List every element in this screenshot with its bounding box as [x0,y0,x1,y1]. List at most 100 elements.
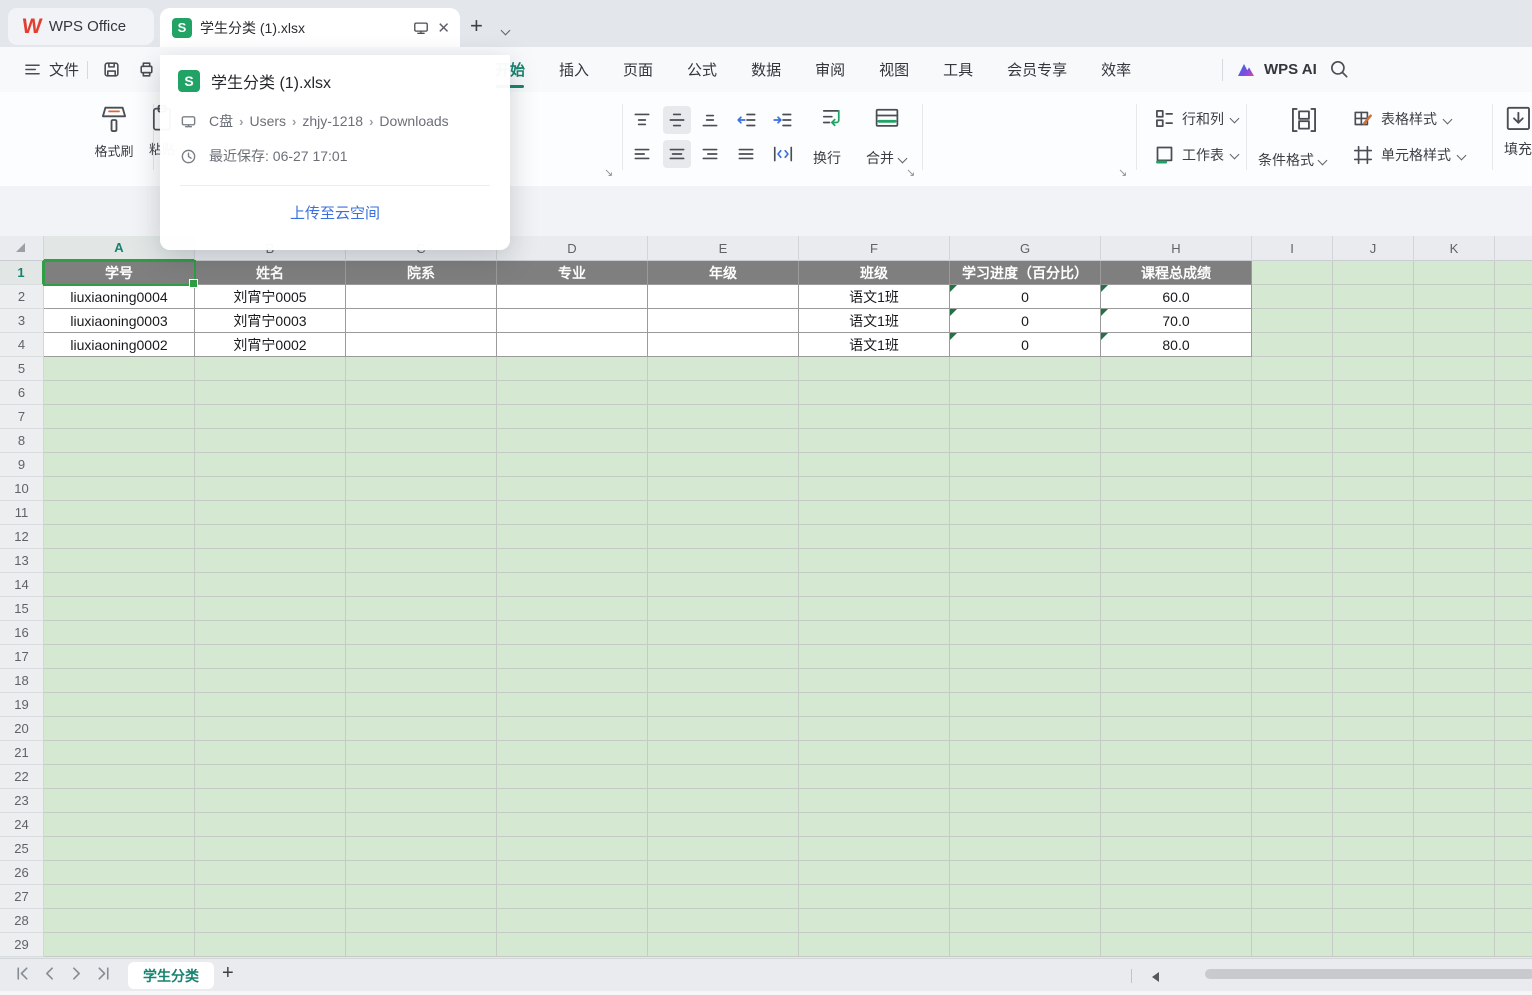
cell[interactable] [1252,429,1333,453]
cell[interactable]: 60.0 [1101,285,1252,309]
row-header[interactable]: 10 [0,477,44,501]
menu-tab-审阅[interactable]: 审阅 [798,47,862,92]
cell[interactable] [497,477,648,501]
cell[interactable] [1495,837,1532,861]
cell[interactable] [1252,285,1333,309]
cell[interactable] [648,813,799,837]
menu-tab-数据[interactable]: 数据 [734,47,798,92]
column-header[interactable]: G [950,236,1101,261]
align-left-button[interactable] [632,144,652,169]
add-sheet-button[interactable]: + [222,962,234,985]
cell[interactable] [1101,357,1252,381]
align-top-button[interactable] [632,110,652,135]
cell[interactable] [1333,477,1414,501]
cell[interactable] [195,405,346,429]
cell[interactable] [799,525,950,549]
cell[interactable] [44,621,195,645]
cell[interactable] [195,525,346,549]
cell[interactable] [1495,885,1532,909]
cell[interactable] [1414,405,1495,429]
cell[interactable] [497,741,648,765]
document-tab[interactable]: S 学生分类 (1).xlsx ✕ [160,8,460,47]
cell[interactable] [346,333,497,357]
cell[interactable] [1495,717,1532,741]
cell[interactable] [1333,669,1414,693]
cell[interactable] [1333,933,1414,957]
cell[interactable] [195,717,346,741]
cell[interactable] [346,381,497,405]
cell[interactable]: 刘宵宁0003 [195,309,346,333]
menu-tab-工具[interactable]: 工具 [926,47,990,92]
cell[interactable] [1414,429,1495,453]
cell[interactable] [1252,357,1333,381]
wrap-text-icon[interactable] [818,104,848,139]
cell[interactable] [44,933,195,957]
cell[interactable] [1333,693,1414,717]
cell[interactable] [648,573,799,597]
cell[interactable] [497,669,648,693]
cell[interactable] [195,549,346,573]
cell[interactable] [799,645,950,669]
app-home-button[interactable]: W WPS Office [8,8,154,45]
justify-button[interactable] [736,144,756,169]
cell[interactable] [1495,501,1532,525]
cell[interactable] [1414,909,1495,933]
cell[interactable]: 0 [950,333,1101,357]
cell[interactable] [1333,909,1414,933]
cell[interactable] [1333,837,1414,861]
new-tab-button[interactable]: + [470,13,483,39]
hamburger-icon[interactable] [24,61,41,78]
conditional-format-icon[interactable] [1288,104,1320,141]
cell[interactable] [44,693,195,717]
cell[interactable] [950,357,1101,381]
cell[interactable] [648,429,799,453]
cell[interactable]: 刘宵宁0005 [195,285,346,309]
sheet-tab[interactable]: 学生分类 [128,962,214,989]
cell[interactable] [1495,309,1532,333]
cell[interactable] [648,933,799,957]
cell[interactable] [1414,693,1495,717]
cell[interactable]: 语文1班 [799,285,950,309]
cell[interactable] [1252,309,1333,333]
cell[interactable] [195,501,346,525]
cell[interactable] [648,309,799,333]
cell[interactable] [44,525,195,549]
cell[interactable] [1495,357,1532,381]
menu-tab-页面[interactable]: 页面 [606,47,670,92]
expand-section-icon[interactable]: ↘ [604,166,613,179]
cell[interactable] [1414,453,1495,477]
cell[interactable] [1414,861,1495,885]
cell[interactable] [1101,861,1252,885]
cell[interactable] [497,789,648,813]
cell[interactable] [1333,405,1414,429]
column-header[interactable]: K [1414,236,1495,261]
cell[interactable] [44,717,195,741]
cell[interactable] [950,837,1101,861]
cell[interactable] [1495,405,1532,429]
cell[interactable] [1333,525,1414,549]
cell[interactable] [799,693,950,717]
cell[interactable] [1333,741,1414,765]
row-header[interactable]: 25 [0,837,44,861]
cell[interactable] [648,285,799,309]
cell[interactable] [1101,501,1252,525]
cell[interactable] [1333,357,1414,381]
cell[interactable] [1414,309,1495,333]
cell[interactable] [1495,645,1532,669]
cell[interactable]: 院系 [346,261,497,285]
cell[interactable] [1495,597,1532,621]
cell[interactable] [1252,693,1333,717]
cell[interactable] [346,597,497,621]
cell[interactable] [195,645,346,669]
menu-tab-会员专享[interactable]: 会员专享 [990,47,1084,92]
cell[interactable]: 0 [950,309,1101,333]
cell[interactable] [1252,813,1333,837]
row-header[interactable]: 29 [0,933,44,957]
cell[interactable] [1414,501,1495,525]
cell[interactable] [44,789,195,813]
prev-sheet-icon[interactable] [41,965,58,982]
cell[interactable] [1101,717,1252,741]
cell[interactable] [648,693,799,717]
cell[interactable] [44,357,195,381]
cell[interactable] [950,885,1101,909]
